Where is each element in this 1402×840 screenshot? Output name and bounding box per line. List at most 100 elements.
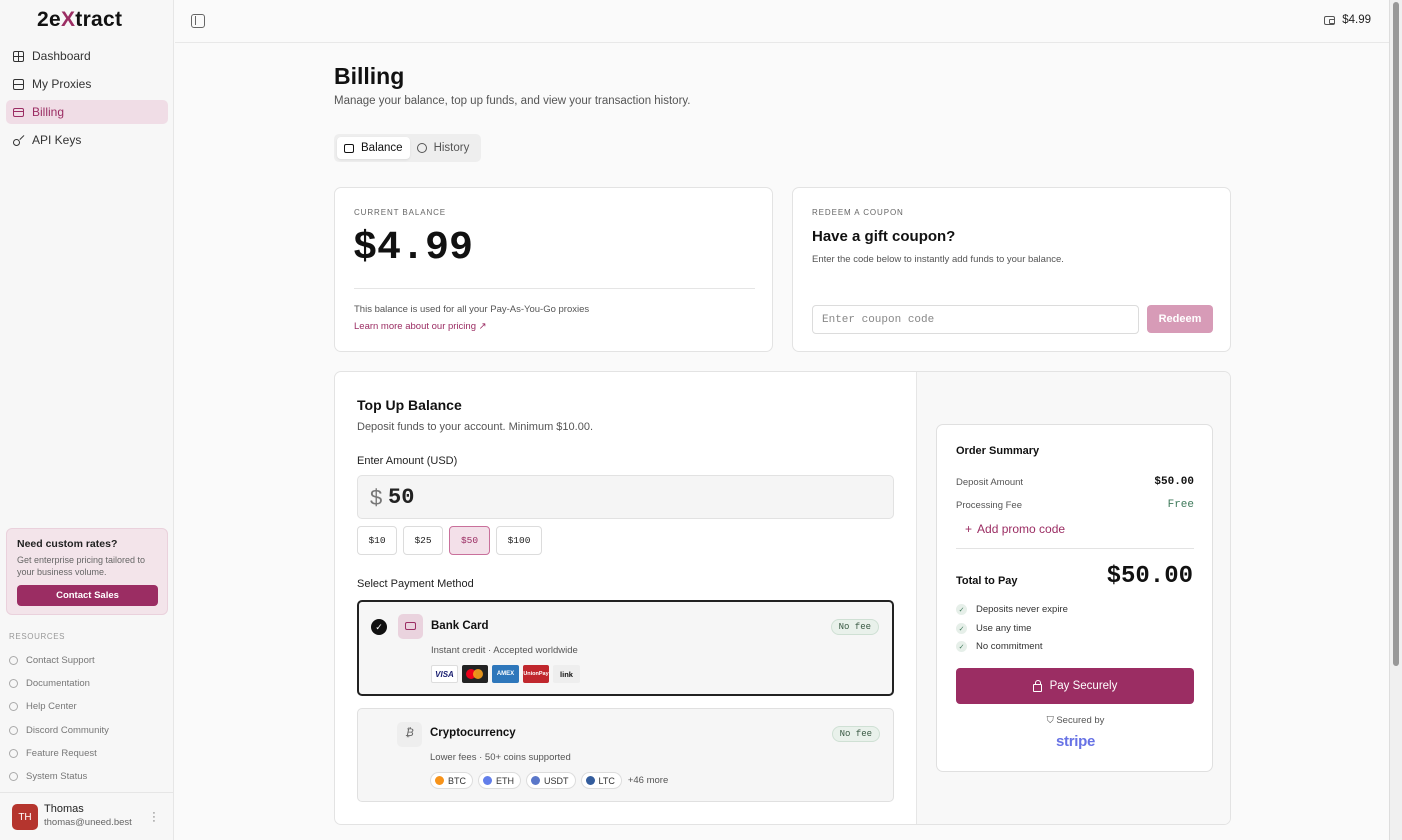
secured-by-text: ⛉ Secured by <box>1046 715 1105 726</box>
fee-value: Free <box>1167 499 1194 511</box>
deposit-row: Deposit Amount $50.00 <box>956 476 1194 488</box>
resource-feature-request[interactable]: Feature Request <box>9 742 109 765</box>
resources-heading: RESOURCES <box>9 632 66 641</box>
balance-kicker: CURRENT BALANCE <box>354 208 447 217</box>
amount-presets: $10 $25 $50 $100 <box>357 526 548 555</box>
deposit-value: $50.00 <box>1154 476 1194 488</box>
link-logo: link <box>553 665 580 683</box>
promo-text: Get enterprise pricing tailored to your … <box>17 555 146 577</box>
visa-logo: VISA <box>431 665 458 683</box>
server-icon <box>13 78 24 90</box>
resource-discord[interactable]: Discord Community <box>9 719 109 742</box>
amount-input[interactable]: $ 50 <box>357 475 894 519</box>
custom-rates-promo: Need custom rates? Get enterprise pricin… <box>6 528 168 615</box>
check-icon: ✓ <box>956 623 967 634</box>
balance-note: This balance is used for all your Pay-As… <box>354 304 590 315</box>
payment-method-bank-card[interactable]: ✓ Bank Card Instant credit · Accepted wo… <box>357 600 894 696</box>
pricing-link[interactable]: Learn more about our pricing ↗ <box>354 321 487 332</box>
sidebar-item-billing[interactable]: Billing <box>6 100 168 124</box>
benefit-item: ✓ No commitment <box>956 641 1043 652</box>
promo-title: Need custom rates? <box>17 538 118 550</box>
page-subtitle: Manage your balance, top up funds, and v… <box>334 95 691 107</box>
coin-eth: ETH <box>478 772 521 789</box>
sidebar-toggle-icon[interactable] <box>191 14 205 28</box>
grid-icon <box>13 50 24 62</box>
scrollbar-thumb[interactable] <box>1393 2 1399 666</box>
preset-25-button[interactable]: $25 <box>403 526 443 555</box>
preset-10-button[interactable]: $10 <box>357 526 397 555</box>
method-subtitle: Instant credit · Accepted worldwide <box>431 645 578 656</box>
sidebar-item-dashboard[interactable]: Dashboard <box>6 44 168 68</box>
unionpay-logo: UnionPay <box>523 665 549 683</box>
top-up-card: Top Up Balance Deposit funds to your acc… <box>334 371 1231 825</box>
add-promo-code-link[interactable]: + Add promo code <box>965 522 1070 536</box>
method-title: Bank Card <box>431 620 489 632</box>
user-email: thomas@uneed.best <box>44 817 132 828</box>
sidebar-item-label: Billing <box>32 105 65 119</box>
headset-icon <box>9 656 18 666</box>
topbar-balance[interactable]: $4.99 <box>1324 14 1371 26</box>
coupon-kicker: REDEEM A COUPON <box>812 208 904 217</box>
sidebar-item-my-proxies[interactable]: My Proxies <box>6 72 168 96</box>
bitcoin-icon: ₿ <box>397 722 422 747</box>
sidebar-item-api-keys[interactable]: API Keys <box>6 128 168 152</box>
more-coins: +46 more <box>627 775 669 786</box>
app-logo[interactable]: 2eXtract <box>37 8 122 32</box>
payment-method-crypto[interactable]: ₿ Cryptocurrency Lower fees · 50+ coins … <box>357 708 894 802</box>
resource-help-center[interactable]: Help Center <box>9 695 109 718</box>
book-icon <box>9 679 18 689</box>
no-fee-badge: No fee <box>831 726 880 742</box>
top-up-subtitle: Deposit funds to your account. Minimum $… <box>357 421 594 433</box>
chat-icon <box>9 725 18 735</box>
coupon-card: REDEEM A COUPON Have a gift coupon? Ente… <box>792 187 1231 352</box>
wallet-icon <box>1324 15 1336 25</box>
resource-system-status[interactable]: System Status <box>9 765 109 788</box>
preset-50-button[interactable]: $50 <box>449 526 490 555</box>
payment-method-label: Select Payment Method <box>357 578 474 590</box>
avatar: TH <box>12 804 38 830</box>
lightbulb-icon <box>9 748 18 758</box>
total-label: Total to Pay <box>956 575 1018 587</box>
resource-contact-support[interactable]: Contact Support <box>9 649 109 672</box>
help-icon <box>9 702 18 712</box>
order-summary-panel: Order Summary Deposit Amount $50.00 Proc… <box>916 372 1230 824</box>
method-subtitle: Lower fees · 50+ coins supported <box>430 752 571 763</box>
divider <box>956 548 1194 549</box>
coupon-code-input[interactable] <box>812 305 1139 334</box>
order-summary-card: Order Summary Deposit Amount $50.00 Proc… <box>936 424 1213 772</box>
balance-amount: $4.99 <box>353 226 474 271</box>
card-icon <box>13 108 24 117</box>
sidebar-item-label: My Proxies <box>32 77 92 91</box>
current-balance-card: CURRENT BALANCE $4.99 This balance is us… <box>334 187 773 352</box>
currency-symbol: $ <box>370 485 383 510</box>
pay-securely-button[interactable]: Pay Securely <box>956 668 1194 704</box>
user-profile[interactable]: TH Thomas thomas@uneed.best · · · <box>0 792 174 840</box>
coupon-text: Enter the code below to instantly add fu… <box>812 254 1064 265</box>
sidebar: 2eXtract Dashboard My Proxies Billing AP… <box>0 0 174 840</box>
benefit-item: ✓ Use any time <box>956 623 1031 634</box>
summary-title: Order Summary <box>956 445 1040 457</box>
key-icon <box>13 138 20 146</box>
resource-documentation[interactable]: Documentation <box>9 672 109 695</box>
sidebar-item-label: Dashboard <box>32 49 91 63</box>
mastercard-logo <box>462 665 488 683</box>
contact-sales-button[interactable]: Contact Sales <box>17 585 158 606</box>
card-brands: VISA AMEX UnionPay link <box>431 665 584 683</box>
preset-100-button[interactable]: $100 <box>496 526 542 555</box>
lock-icon <box>1032 679 1042 692</box>
sidebar-nav: Dashboard My Proxies Billing API Keys <box>6 44 168 156</box>
coupon-title: Have a gift coupon? <box>812 228 956 245</box>
redeem-button[interactable]: Redeem <box>1147 305 1213 333</box>
user-name: Thomas <box>44 803 84 815</box>
history-icon <box>416 143 427 153</box>
page-scrollbar[interactable] <box>1389 0 1402 840</box>
check-icon: ✓ <box>956 604 967 615</box>
coin-ltc: LTC <box>580 772 622 789</box>
tab-balance[interactable]: Balance <box>337 137 410 159</box>
more-vertical-icon[interactable]: · · · <box>150 808 158 827</box>
check-icon: ✓ <box>371 619 387 635</box>
wallet-icon <box>344 143 354 153</box>
method-title: Cryptocurrency <box>430 727 516 739</box>
check-icon: ✓ <box>956 641 967 652</box>
tab-history[interactable]: History <box>410 137 477 159</box>
